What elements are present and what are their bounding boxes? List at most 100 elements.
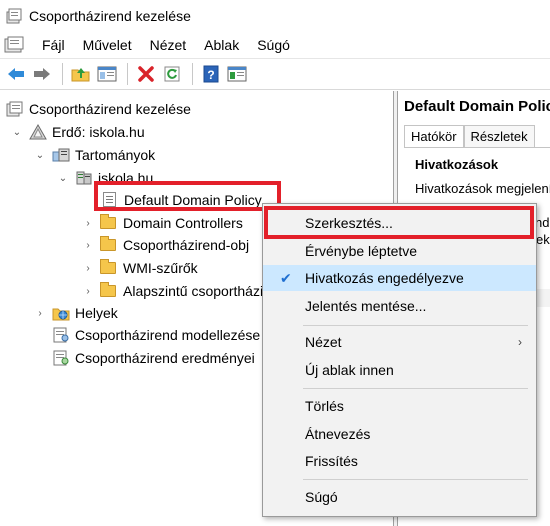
system-menu-icon[interactable]: [3, 36, 25, 54]
menu-file[interactable]: Fájl: [33, 32, 74, 58]
menu-item-label: Érvénybe léptetve: [305, 243, 418, 259]
forest-icon: [29, 123, 47, 140]
menu-item-label: Nézet: [305, 334, 342, 350]
submenu-arrow-icon: ›: [518, 335, 522, 349]
truncated-text: ek: [536, 232, 550, 247]
tree-item-label: iskola.hu: [98, 170, 154, 186]
tree-item-gp-modeling[interactable]: Csoportházirend modellezése: [52, 324, 260, 346]
tree-item-label: Erdő: iskola.hu: [52, 124, 145, 140]
menu-item-label: Új ablak innen: [305, 362, 394, 378]
toolbar-separator: [192, 63, 193, 85]
menu-item-label: Hivatkozás engedélyezve: [305, 270, 464, 286]
tree-item-label: Csoportházirend eredményei: [75, 350, 255, 366]
menu-separator: [303, 325, 528, 326]
tree-item-gpo-objects[interactable]: › Csoportházirend-obj: [82, 234, 249, 256]
toolbar-separator: [127, 63, 128, 85]
menu-item-new-window[interactable]: Új ablak innen: [263, 357, 536, 383]
menu-help[interactable]: Súgó: [248, 32, 299, 58]
tab-details[interactable]: Részletek: [463, 125, 535, 147]
tree-item-label: Domain Controllers: [123, 215, 243, 231]
menu-bar: Fájl Művelet Nézet Ablak Súgó: [0, 32, 550, 58]
checkmark-icon: ✔: [280, 270, 292, 286]
context-menu: Szerkesztés... Érvénybe léptetve ✔ Hivat…: [262, 203, 537, 517]
gpmc-app-icon: [6, 8, 22, 24]
expanded-chevron-icon[interactable]: ⌄: [57, 172, 69, 184]
collapsed-chevron-icon[interactable]: ›: [82, 217, 94, 229]
title-bar: Csoportházirend kezelése: [0, 0, 550, 32]
toolbar-separator: [62, 63, 63, 85]
menu-item-rename[interactable]: Átnevezés: [263, 421, 536, 447]
details-title: Default Domain Policy: [398, 91, 550, 121]
menu-item-enforced[interactable]: Érvénybe léptetve: [263, 238, 536, 264]
tree-item-gpm-root[interactable]: Csoportházirend kezelése: [6, 98, 191, 120]
tab-scope[interactable]: Hatókör: [404, 125, 464, 147]
details-tabs: Hatókör Részletek: [404, 125, 535, 147]
menu-item-label: Jelentés mentése...: [305, 298, 427, 314]
tree-item-label: Helyek: [75, 305, 118, 321]
menu-view[interactable]: Nézet: [141, 32, 196, 58]
menu-item-help[interactable]: Súgó: [263, 484, 536, 510]
svg-text:?: ?: [207, 68, 214, 82]
tree-item-sites[interactable]: › Helyek: [34, 302, 118, 324]
tree-item-gp-results[interactable]: Csoportházirend eredményei: [52, 347, 255, 369]
menu-item-save-report[interactable]: Jelentés mentése...: [263, 293, 536, 319]
tree-item-wmi-filters[interactable]: › WMI-szűrők: [82, 257, 198, 279]
menu-item-view[interactable]: Nézet ›: [263, 329, 536, 355]
tree-item-label: Csoportházirend-obj: [123, 237, 250, 253]
modeling-icon: [52, 327, 70, 343]
truncated-text: nd-: [535, 215, 550, 230]
menu-item-link-enabled[interactable]: ✔ Hivatkozás engedélyezve: [263, 265, 536, 291]
menu-separator: [303, 388, 528, 389]
results-icon: [52, 350, 70, 366]
window-title: Csoportházirend kezelése: [29, 8, 191, 24]
menu-item-delete[interactable]: Törlés: [263, 393, 536, 419]
help-icon[interactable]: ?: [199, 62, 223, 86]
links-section-heading: Hivatkozások: [415, 157, 499, 172]
menu-action[interactable]: Művelet: [74, 32, 141, 58]
tree-item-domains[interactable]: ⌄ Tartományok: [34, 144, 155, 166]
collapsed-chevron-icon[interactable]: ›: [82, 262, 94, 274]
tree-item-label: Default Domain Policy: [124, 192, 262, 208]
delete-icon[interactable]: [134, 62, 158, 86]
console-root-icon: [6, 101, 24, 117]
sites-icon: [52, 305, 70, 321]
domains-icon: [52, 147, 70, 163]
folder-icon: [100, 259, 118, 276]
forward-arrow-icon[interactable]: [30, 62, 54, 86]
collapsed-chevron-icon[interactable]: ›: [34, 307, 46, 319]
folder-icon: [100, 236, 118, 253]
tree-item-domain-iskola[interactable]: ⌄ iskola.hu: [57, 167, 153, 189]
links-display-label: Hivatkozások megjelenítése: [415, 181, 550, 196]
expanded-chevron-icon[interactable]: ⌄: [11, 126, 23, 138]
folder-icon: [100, 282, 118, 299]
properties-icon[interactable]: [225, 62, 249, 86]
tree-item-label: Tartományok: [75, 147, 156, 163]
up-folder-icon[interactable]: [69, 62, 93, 86]
tree-item-label: Csoportházirend modellezése: [75, 327, 261, 343]
tree-item-starter-gpos[interactable]: › Alapszintű csoportházirend: [82, 280, 291, 302]
tab-divider: [404, 147, 550, 148]
menu-separator: [303, 479, 528, 480]
back-arrow-icon[interactable]: [4, 62, 28, 86]
menu-item-label: Szerkesztés...: [305, 215, 393, 231]
toolbar: ?: [0, 58, 550, 90]
menu-item-refresh[interactable]: Frissítés: [263, 448, 536, 474]
gpo-link-icon: [101, 192, 119, 208]
ou-folder-icon: [100, 214, 118, 231]
menu-item-label: Frissítés: [305, 453, 358, 469]
collapsed-chevron-icon[interactable]: ›: [82, 285, 94, 297]
refresh-icon[interactable]: [160, 62, 184, 86]
tree-item-domain-controllers[interactable]: › Domain Controllers: [82, 212, 243, 234]
tree-item-label: Csoportházirend kezelése: [29, 101, 191, 117]
expanded-chevron-icon[interactable]: ⌄: [34, 149, 46, 161]
menu-window[interactable]: Ablak: [195, 32, 248, 58]
tree-item-label: WMI-szűrők: [123, 260, 198, 276]
menu-item-label: Átnevezés: [305, 426, 371, 442]
tree-item-default-domain-policy[interactable]: Default Domain Policy: [101, 189, 262, 211]
menu-item-edit[interactable]: Szerkesztés...: [263, 210, 536, 236]
domain-icon: [75, 170, 93, 186]
tree-item-forest[interactable]: ⌄ Erdő: iskola.hu: [11, 121, 145, 143]
collapsed-chevron-icon[interactable]: ›: [82, 239, 94, 251]
show-hide-tree-icon[interactable]: [95, 62, 119, 86]
menu-item-label: Súgó: [305, 489, 338, 505]
